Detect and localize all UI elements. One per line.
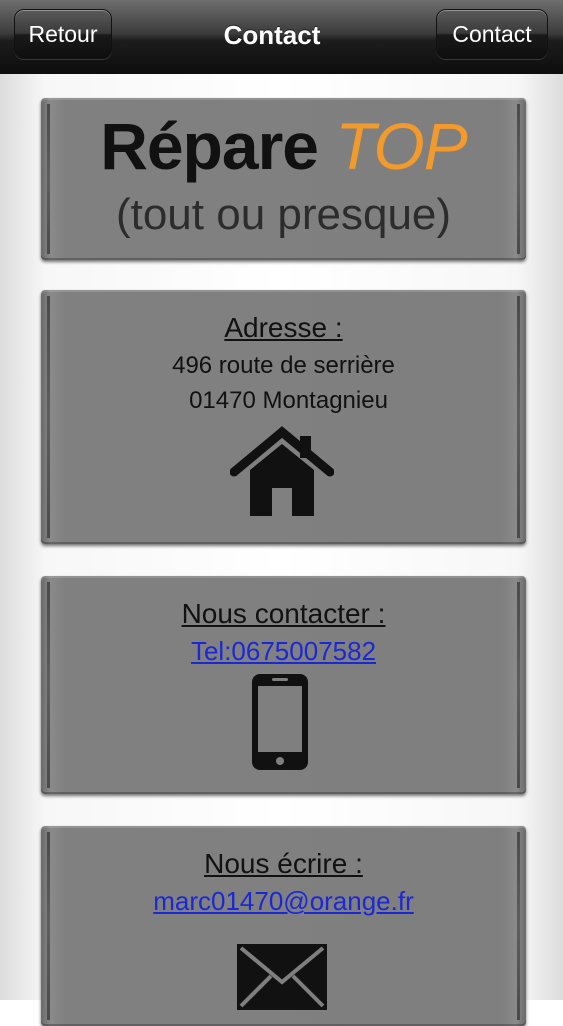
home-icon (230, 426, 334, 516)
address-line-1: 496 route de serrière (172, 352, 395, 379)
phone-heading: Nous contacter : (181, 598, 386, 629)
address-heading: Adresse : (224, 312, 343, 343)
phone-link[interactable]: Tel:0675007582 (41, 636, 526, 667)
logo-card: Répare TOP (tout ou presque) (41, 98, 526, 260)
contact-button[interactable]: Contact (436, 9, 548, 59)
page-title: Contact (223, 20, 321, 50)
logo-word-top: TOP (335, 109, 467, 183)
navigation-bar: Retour Contact Contact (0, 0, 563, 74)
address-card: Adresse : 496 route de serrière 01470 Mo… (41, 290, 526, 544)
phone-card: Nous contacter : Tel:0675007582 (41, 576, 526, 794)
mail-heading: Nous écrire : (204, 848, 363, 879)
back-button[interactable]: Retour (14, 9, 112, 59)
smartphone-icon (252, 674, 308, 770)
logo-word-repare: Répare (100, 109, 319, 183)
email-link[interactable]: marc01470@orange.fr (41, 886, 526, 917)
address-line-2: 01470 Montagnieu (189, 387, 388, 414)
logo-subtitle: (tout ou presque) (115, 190, 452, 239)
envelope-icon (237, 944, 327, 1010)
mail-card: Nous écrire : marc01470@orange.fr (41, 826, 526, 1026)
logo-title: Répare TOP (41, 108, 526, 184)
